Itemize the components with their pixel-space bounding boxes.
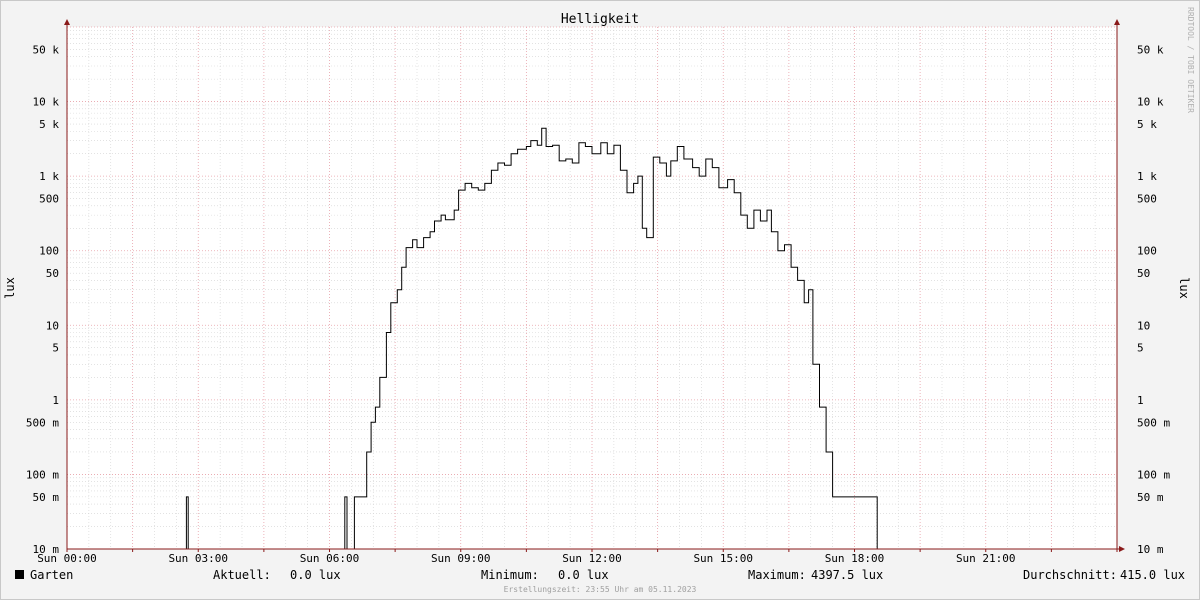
legend-min-label: Minimum: (481, 568, 539, 582)
y-tick-label-left: 1 k (39, 170, 59, 183)
y-tick-label-right: 1 (1137, 394, 1144, 407)
y-tick-label-right: 500 (1137, 193, 1157, 206)
x-axis-arrow (1119, 546, 1125, 552)
y-axis-label-right: lux (1177, 277, 1191, 299)
y-tick-label-right: 10 k (1137, 96, 1164, 109)
y-tick-label-right: 10 m (1137, 543, 1164, 556)
legend-series-name: Garten (30, 568, 73, 582)
legend-current-value: 0.0 lux (290, 568, 341, 582)
y-tick-label-left: 5 k (39, 118, 59, 131)
legend-max-value: 4397.5 lux (811, 568, 883, 582)
y-tick-label-right: 50 k (1137, 43, 1164, 56)
x-tick-label: Sun 15:00 (693, 552, 753, 565)
y-tick-label-left: 5 (52, 342, 59, 355)
y-tick-label-right: 1 k (1137, 170, 1157, 183)
y-tick-labels-left: 50 k 10 k 5 k 1 k 500 100 50 10 5 1 500 m 100 m 50 m… (26, 43, 59, 556)
y-tick-label-right: 50 m (1137, 491, 1164, 504)
y-tick-label-right: 100 m (1137, 468, 1170, 481)
legend-min-value: 0.0 lux (558, 568, 609, 582)
legend-swatch (15, 570, 24, 579)
y-tick-label-left: 500 (39, 193, 59, 206)
legend-avg-value: 415.0 lux (1120, 568, 1185, 582)
y-tick-label-left: 10 (46, 319, 59, 332)
y-tick-label-right: 5 k (1137, 118, 1157, 131)
legend-current-label: Aktuell: (213, 568, 271, 582)
y-tick-label-right: 100 (1137, 245, 1157, 258)
y-tick-label-left: 1 (52, 394, 59, 407)
y-tick-label-left: 50 (46, 267, 59, 280)
y-axis-arrow-left (64, 19, 70, 25)
y-tick-label-right: 500 m (1137, 416, 1170, 429)
x-tick-label: Sun 12:00 (562, 552, 622, 565)
x-tick-label: Sun 21:00 (956, 552, 1016, 565)
legend-max-label: Maximum: (748, 568, 806, 582)
y-axis-arrow-right (1114, 19, 1120, 25)
y-tick-label-left: 50 k (33, 43, 60, 56)
x-tick-label: Sun 18:00 (825, 552, 885, 565)
x-tick-label: Sun 00:00 (37, 552, 97, 565)
y-tick-label-left: 100 m (26, 468, 59, 481)
y-tick-label-left: 100 (39, 245, 59, 258)
y-tick-label-right: 10 (1137, 319, 1150, 332)
legend-avg-label: Durchschnitt: (1023, 568, 1117, 582)
y-tick-label-left: 500 m (26, 416, 59, 429)
footer-timestamp: Erstellungszeit: 23:55 Uhr am 05.11.2023 (504, 585, 697, 594)
y-tick-label-right: 50 (1137, 267, 1150, 280)
chart-canvas: 50 k 10 k 5 k 1 k 500 100 50 10 5 1 500 m 100 m 50 m… (3, 7, 1195, 594)
x-tick-labels: Sun 00:00 Sun 03:00 Sun 06:00 Sun 09:00 Sun … (37, 552, 1015, 565)
y-tick-label-left: 10 k (33, 96, 60, 109)
y-tick-labels-right: 50 k 10 k 5 k 1 k 500 100 50 10 5 1 500 m 100 m 50 m… (1137, 43, 1170, 556)
chart-title: Helligkeit (561, 12, 639, 27)
x-tick-label: Sun 03:00 (168, 552, 228, 565)
x-tick-label: Sun 09:00 (431, 552, 491, 565)
y-axis-label-left: lux (3, 277, 17, 299)
y-tick-label-left: 50 m (33, 491, 60, 504)
y-tick-label-right: 5 (1137, 342, 1144, 355)
x-tick-label: Sun 06:00 (300, 552, 360, 565)
rrdtool-watermark: RRDTOOL / TOBI OETIKER (1186, 7, 1195, 113)
